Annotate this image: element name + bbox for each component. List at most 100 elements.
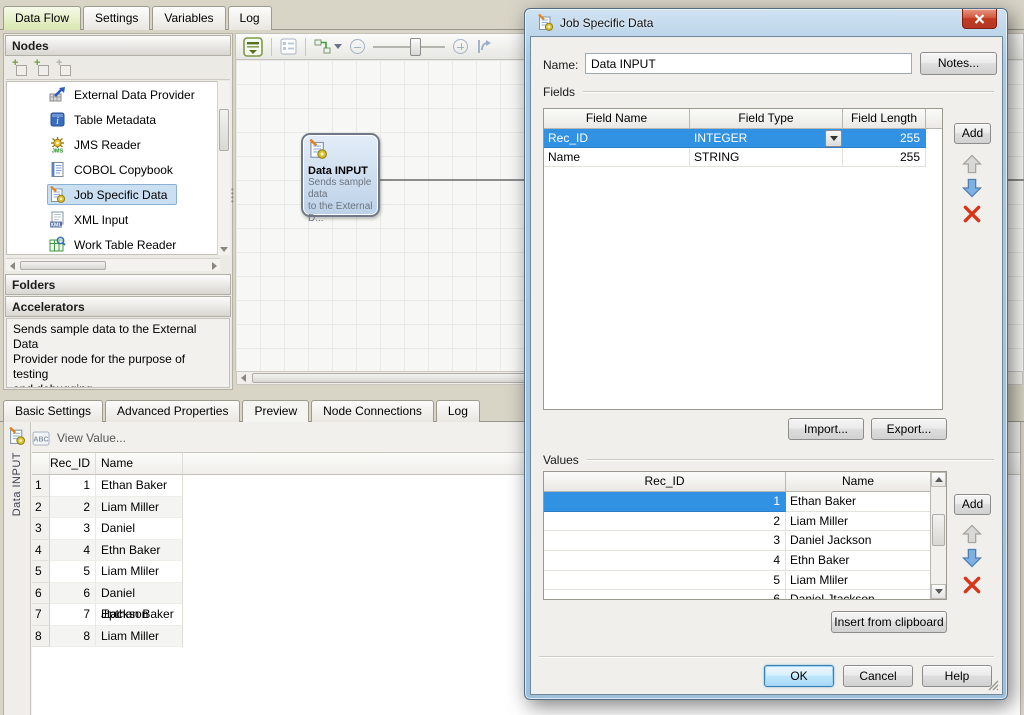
- properties-view-icon[interactable]: [280, 38, 297, 55]
- fields-move-down-icon[interactable]: [961, 177, 983, 199]
- cell-field-type[interactable]: INTEGER: [690, 129, 843, 148]
- accelerators-section-header[interactable]: Accelerators: [5, 296, 231, 317]
- scrollbar-thumb[interactable]: [219, 109, 229, 151]
- values-add-button[interactable]: Add: [954, 494, 991, 515]
- table-row[interactable]: 3 Daniel Jackson: [544, 531, 946, 551]
- node-item-work-table-reader[interactable]: Work Table Reader: [7, 232, 221, 255]
- node-item-external-data-provider[interactable]: External Data Provider: [7, 82, 221, 107]
- folders-section-header[interactable]: Folders: [5, 274, 231, 295]
- cell-name[interactable]: Daniel Jtackson: [96, 583, 183, 605]
- cell-name[interactable]: Ethn Baker: [96, 540, 183, 562]
- tab-log[interactable]: Log: [228, 6, 272, 30]
- cell-field-length[interactable]: 255: [843, 129, 926, 148]
- cell-rec-id[interactable]: 7: [50, 604, 96, 626]
- column-header-field-length[interactable]: Field Length: [843, 109, 926, 129]
- import-button[interactable]: Import...: [788, 418, 864, 440]
- node-item-xml-input[interactable]: XML XML Input: [7, 207, 221, 232]
- cell-rec-id[interactable]: 8: [50, 626, 96, 648]
- cell-name[interactable]: Liam Mliler: [96, 561, 183, 583]
- zoom-slider[interactable]: [373, 38, 445, 56]
- node-item-table-metadata[interactable]: i Table Metadata: [7, 107, 221, 132]
- tab-log[interactable]: Log: [436, 400, 480, 422]
- fields-move-up-icon[interactable]: [961, 153, 983, 175]
- data-input-node[interactable]: Data INPUT Sends sample data to the Exte…: [301, 133, 380, 217]
- cell-rec-id[interactable]: 6: [50, 583, 96, 605]
- scroll-right-button[interactable]: [208, 260, 220, 271]
- cell-name[interactable]: Ethan Baker: [96, 475, 183, 497]
- table-row[interactable]: 5 Liam Mliler: [544, 571, 946, 591]
- node-item-cobol-copybook[interactable]: COBOL Copybook: [7, 157, 221, 182]
- close-button[interactable]: [962, 9, 997, 29]
- cell-rec-id[interactable]: 5: [544, 571, 786, 591]
- table-row[interactable]: Name STRING 255: [544, 148, 942, 167]
- scrollbar-thumb[interactable]: [932, 514, 945, 546]
- cell-name[interactable]: Liam Mliler: [786, 571, 931, 591]
- cell-rec-id[interactable]: 4: [544, 551, 786, 571]
- name-input[interactable]: [585, 53, 912, 74]
- nodes-list-horizontal-scrollbar[interactable]: [6, 258, 220, 271]
- tab-preview[interactable]: Preview: [242, 400, 309, 422]
- tab-basic-settings[interactable]: Basic Settings: [3, 400, 103, 422]
- fields-delete-icon[interactable]: [962, 204, 982, 224]
- cell-name[interactable]: Liam Miller: [96, 497, 183, 519]
- vertical-splitter-handle[interactable]: ••••: [231, 188, 237, 204]
- view-value-button[interactable]: View Value...: [57, 431, 126, 445]
- add-group-icon[interactable]: +: [56, 61, 71, 76]
- resize-grip[interactable]: [988, 680, 999, 691]
- cell-rec-id[interactable]: 4: [50, 540, 96, 562]
- values-move-down-icon[interactable]: [961, 547, 983, 569]
- values-move-up-icon[interactable]: [961, 523, 983, 545]
- notes-button[interactable]: Notes...: [920, 52, 997, 75]
- table-row-selected[interactable]: Rec_ID INTEGER 255: [544, 129, 942, 148]
- column-header-field-name[interactable]: Field Name: [544, 109, 690, 129]
- scroll-down-button[interactable]: [218, 243, 230, 255]
- column-header-name[interactable]: Name: [96, 453, 183, 474]
- export-button[interactable]: Export...: [871, 418, 947, 440]
- table-row[interactable]: 2 Liam Miller: [544, 512, 946, 532]
- cell-name[interactable]: Daniel Jackson: [786, 531, 931, 551]
- node-item-job-specific-data[interactable]: Job Specific Data: [7, 182, 221, 207]
- column-header-rec-id[interactable]: Rec_ID: [544, 472, 786, 492]
- cell-name[interactable]: Daniel Jackson: [96, 518, 183, 540]
- cell-field-length[interactable]: 255: [843, 148, 926, 167]
- tab-data-flow[interactable]: Data Flow: [3, 6, 81, 30]
- nodes-panel-header[interactable]: Nodes: [5, 35, 231, 56]
- cell-rec-id[interactable]: 6: [544, 590, 786, 600]
- tab-settings[interactable]: Settings: [83, 6, 150, 30]
- tab-advanced-properties[interactable]: Advanced Properties: [105, 400, 240, 422]
- zoom-out-icon[interactable]: [350, 39, 365, 54]
- scrollbar-thumb[interactable]: [20, 261, 106, 270]
- cell-rec-id[interactable]: 3: [50, 518, 96, 540]
- ok-button[interactable]: OK: [764, 665, 834, 687]
- dialog-title-bar[interactable]: Job Specific Data: [537, 14, 653, 31]
- cell-field-name[interactable]: Rec_ID: [544, 129, 690, 148]
- layout-menu-button[interactable]: [314, 38, 342, 55]
- cancel-button[interactable]: Cancel: [843, 665, 913, 687]
- cell-field-name[interactable]: Name: [544, 148, 690, 167]
- fields-add-button[interactable]: Add: [954, 123, 991, 144]
- field-type-dropdown-button[interactable]: [825, 130, 842, 147]
- cell-rec-id[interactable]: 1: [50, 475, 96, 497]
- add-node-icon[interactable]: +: [34, 61, 49, 76]
- overview-icon[interactable]: [243, 37, 263, 57]
- preview-side-tab[interactable]: Data INPUT: [4, 422, 31, 715]
- cell-rec-id[interactable]: 1: [544, 492, 786, 512]
- scroll-left-button[interactable]: [6, 260, 18, 271]
- values-table-scrollbar[interactable]: [930, 472, 946, 599]
- column-header-name[interactable]: Name: [786, 472, 931, 492]
- help-button[interactable]: Help: [922, 665, 992, 687]
- cell-name[interactable]: Ethn Baker: [786, 551, 931, 571]
- cell-name[interactable]: Liam Miller: [786, 512, 931, 532]
- column-header-field-type[interactable]: Field Type: [690, 109, 843, 129]
- cell-rec-id[interactable]: 3: [544, 531, 786, 551]
- zoom-slider-thumb[interactable]: [410, 38, 421, 56]
- values-delete-icon[interactable]: [962, 575, 982, 595]
- column-header-rec-id[interactable]: Rec_ID: [50, 453, 96, 474]
- zoom-in-icon[interactable]: [453, 39, 468, 54]
- scroll-up-button[interactable]: [931, 472, 946, 487]
- cell-name[interactable]: Epthan Baker: [96, 604, 183, 626]
- nodes-list-vertical-scrollbar[interactable]: [217, 81, 230, 255]
- tab-variables[interactable]: Variables: [152, 6, 225, 30]
- new-node-icon[interactable]: +: [12, 61, 27, 76]
- table-row-selected[interactable]: 1 Ethan Baker: [544, 492, 946, 512]
